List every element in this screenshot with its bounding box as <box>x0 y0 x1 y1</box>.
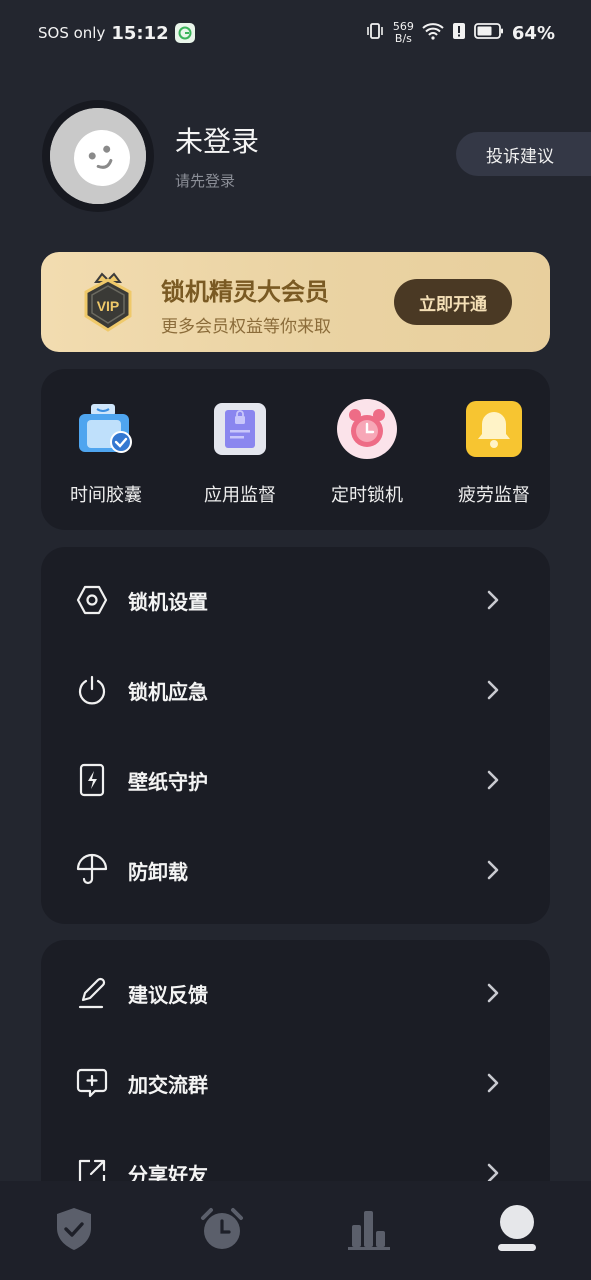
bottom-tab-bar <box>0 1181 591 1280</box>
bar-chart-icon <box>346 1207 392 1255</box>
menu-item-label: 锁机设置 <box>128 589 208 614</box>
login-hint[interactable]: 请先登录 <box>175 170 235 191</box>
avatar[interactable] <box>42 100 154 212</box>
shield-check-icon <box>53 1206 95 1256</box>
chevron-right-icon <box>481 981 505 1005</box>
power-icon <box>75 673 109 707</box>
vip-membership-card[interactable]: VIP 锁机精灵大会员 更多会员权益等你来取 立即开通 <box>41 252 550 352</box>
alert-icon <box>452 21 466 46</box>
wifi-icon <box>422 22 444 45</box>
menu-item-join-group[interactable]: 加交流群 <box>41 1038 550 1128</box>
status-bar: SOS only 15:12 569 B/s 64% <box>0 0 591 66</box>
quick-action-scheduled-lock[interactable]: 定时锁机 <box>312 399 422 509</box>
quick-action-time-capsule[interactable]: 时间胶囊 <box>51 399 161 509</box>
user-profile-icon <box>495 1204 539 1258</box>
alarm-clock-tab-icon <box>199 1206 245 1256</box>
chevron-right-icon <box>481 588 505 612</box>
quick-action-fatigue-monitor[interactable]: 疲劳监督 <box>439 399 549 509</box>
chat-add-icon <box>75 1066 109 1100</box>
vip-subtitle: 更多会员权益等你来取 <box>161 317 331 337</box>
app-notification-icon <box>174 23 195 43</box>
activate-vip-button[interactable]: 立即开通 <box>394 279 512 325</box>
alarm-clock-icon <box>337 399 397 459</box>
menu-item-label: 锁机应急 <box>128 679 208 704</box>
menu-item-label: 加交流群 <box>128 1072 208 1097</box>
menu-item-lock-settings[interactable]: 锁机设置 <box>41 555 550 645</box>
carrier-text: SOS only <box>38 24 106 42</box>
username[interactable]: 未登录 <box>175 120 259 160</box>
hexagon-settings-icon <box>75 583 109 617</box>
chevron-right-icon <box>481 678 505 702</box>
quick-action-label: 定时锁机 <box>331 485 403 506</box>
vip-crown-icon: VIP <box>79 270 137 336</box>
chevron-right-icon <box>481 768 505 792</box>
battery-percent: 64% <box>511 22 555 44</box>
profile-header: 未登录 请先登录 投诉建议 <box>42 100 591 220</box>
phone-charge-icon <box>75 763 109 797</box>
svg-text:VIP: VIP <box>97 298 120 314</box>
tab-alarm[interactable] <box>148 1181 296 1280</box>
menu-item-label: 防卸载 <box>128 859 188 884</box>
umbrella-icon <box>75 853 109 887</box>
menu-item-feedback[interactable]: 建议反馈 <box>41 948 550 1038</box>
quick-actions-card: 时间胶囊 应用监督 定时锁机 疲劳监督 <box>41 369 550 530</box>
quick-action-label: 应用监督 <box>204 485 276 506</box>
edit-pen-icon <box>75 976 109 1010</box>
battery-icon <box>474 22 504 45</box>
quick-action-label: 时间胶囊 <box>70 485 142 506</box>
complaint-suggestion-button[interactable]: 投诉建议 <box>456 132 591 176</box>
menu-item-label: 建议反馈 <box>128 982 208 1007</box>
settings-menu-card: 锁机设置 锁机应急 壁纸守护 防卸载 <box>41 547 550 924</box>
vip-title: 锁机精灵大会员 <box>161 278 329 306</box>
tab-lock[interactable] <box>0 1181 148 1280</box>
social-menu-card: 建议反馈 加交流群 分享好友 <box>41 940 550 1187</box>
quick-action-label: 疲劳监督 <box>458 485 530 506</box>
menu-item-lock-emergency[interactable]: 锁机应急 <box>41 645 550 735</box>
chevron-right-icon <box>481 1071 505 1095</box>
chevron-right-icon <box>481 858 505 882</box>
network-speed: 569 B/s <box>392 20 414 45</box>
default-avatar-icon <box>50 108 146 204</box>
tab-profile[interactable] <box>443 1181 591 1280</box>
menu-item-anti-uninstall[interactable]: 防卸载 <box>41 825 550 915</box>
vibrate-icon <box>365 21 385 46</box>
tab-statistics[interactable] <box>296 1181 444 1280</box>
clock-time: 15:12 <box>111 22 169 44</box>
quick-action-app-monitor[interactable]: 应用监督 <box>185 399 295 509</box>
app-monitor-icon <box>210 399 270 459</box>
menu-item-wallpaper-guard[interactable]: 壁纸守护 <box>41 735 550 825</box>
time-capsule-icon <box>76 399 136 459</box>
menu-item-label: 壁纸守护 <box>128 769 208 794</box>
bell-icon <box>464 399 524 459</box>
